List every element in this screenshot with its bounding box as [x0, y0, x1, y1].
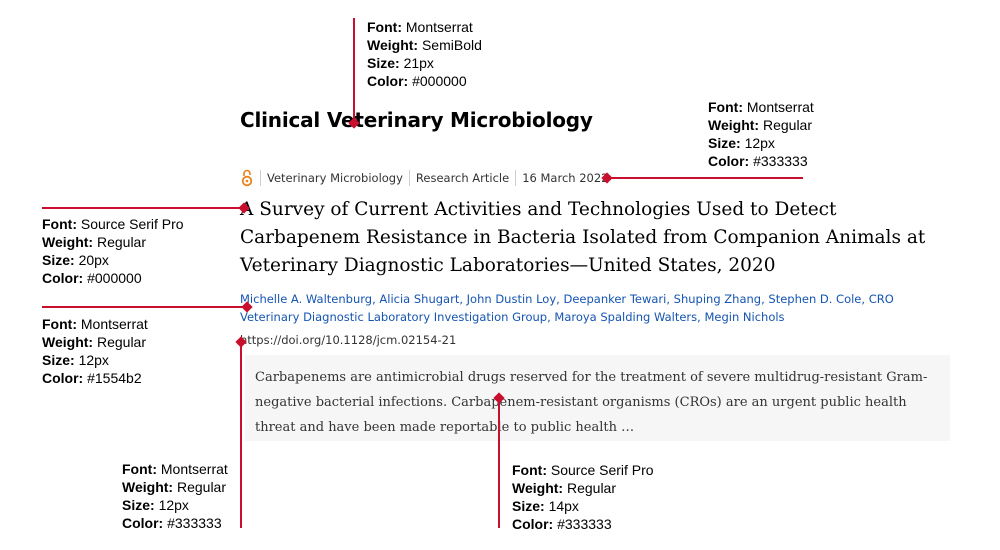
author-link[interactable]: Alicia Shugart [379, 292, 459, 306]
journal-title[interactable]: Clinical Veterinary Microbiology [240, 108, 593, 132]
spec-authors: Font: Montserrat Weight: Regular Size: 1… [42, 316, 148, 386]
author-link[interactable]: Deepanker Tewari [563, 292, 666, 306]
meta-divider [515, 170, 517, 186]
spec-doi: Font: Montserrat Weight: Regular Size: 1… [122, 461, 228, 531]
meta-divider [260, 170, 261, 186]
article-meta: Veterinary Microbiology Research Article… [240, 168, 609, 188]
leader-line-doi [240, 341, 242, 528]
spec-article-title: Font: Source Serif Pro Weight: Regular S… [42, 216, 184, 286]
meta-article-type: Research Article [415, 171, 510, 185]
spec-abstract: Font: Source Serif Pro Weight: Regular S… [512, 462, 654, 532]
author-link[interactable]: Michelle A. Waltenburg [240, 292, 372, 306]
open-access-icon [240, 169, 254, 187]
spec-journal-title: Font: Montserrat Weight: SemiBold Size: … [367, 19, 482, 89]
meta-section[interactable]: Veterinary Microbiology [267, 171, 403, 185]
leader-line-meta [606, 177, 803, 179]
author-list: Michelle A. Waltenburg, Alicia Shugart, … [240, 292, 894, 324]
leader-line-journal-title [353, 18, 355, 123]
author-link[interactable]: Maroya Spalding Walters [554, 310, 697, 324]
meta-divider [408, 170, 410, 186]
author-link[interactable]: Megin Nichols [704, 310, 784, 324]
abstract-excerpt: Carbapenems are antimicrobial drugs rese… [245, 355, 950, 441]
author-link[interactable]: John Dustin Loy [467, 292, 557, 306]
article-title[interactable]: A Survey of Current Activities and Techn… [240, 196, 940, 280]
leader-line-article-title [42, 207, 244, 209]
spec-meta: Font: Montserrat Weight: Regular Size: 1… [708, 99, 814, 169]
meta-date: 16 March 2022 [522, 171, 609, 185]
author-link[interactable]: Shuping Zhang [674, 292, 761, 306]
leader-line-abstract [498, 397, 500, 528]
author-link[interactable]: Stephen D. Cole [768, 292, 861, 306]
doi-link[interactable]: https://doi.org/10.1128/jcm.02154-21 [240, 333, 456, 347]
leader-line-authors [42, 306, 247, 308]
